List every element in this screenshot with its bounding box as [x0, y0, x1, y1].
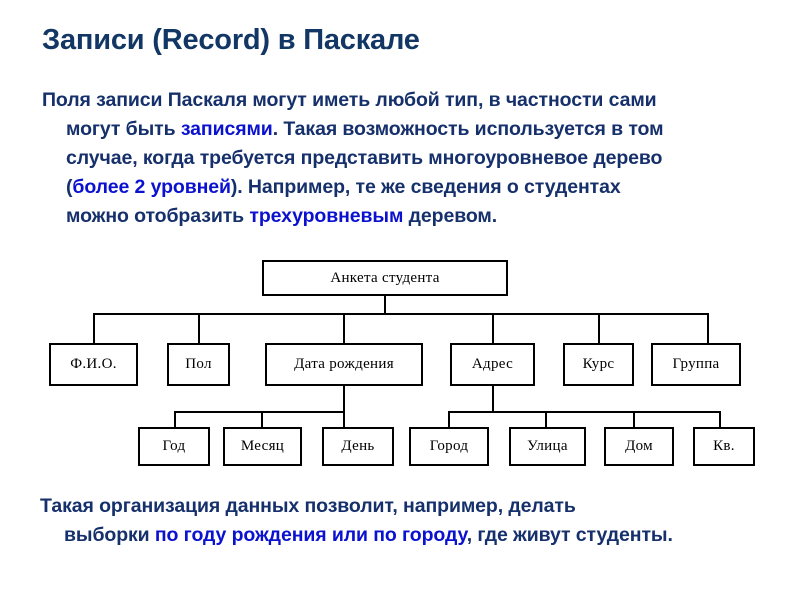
connector-drop-day	[343, 411, 345, 427]
intro-highlight-zapisyami: записями	[180, 118, 273, 140]
node-date-of-birth[interactable]: Дата рождения	[265, 343, 423, 386]
intro-line4-text-b: ). Например, те же сведения о студентах	[230, 176, 621, 198]
closing-paragraph: Такая организация данных позволит, напри…	[40, 492, 770, 550]
connector-address-down	[492, 386, 494, 411]
node-course[interactable]: Курс	[563, 343, 634, 386]
page-title: Записи (Record) в Паскале	[42, 24, 420, 56]
connector-level2-bus	[93, 313, 707, 315]
node-street-label: Улица	[527, 438, 568, 454]
node-group[interactable]: Группа	[651, 343, 741, 386]
record-tree-diagram: Анкета студента Ф.И.О. Пол Дата рождения…	[0, 250, 800, 480]
node-year[interactable]: Год	[138, 427, 210, 466]
node-flat-label: Кв.	[713, 438, 735, 454]
node-course-label: Курс	[582, 356, 615, 372]
node-address-label: Адрес	[471, 356, 514, 372]
intro-line4: (более 2 уровней). Например, те же сведе…	[40, 173, 770, 202]
intro-line2-text-b: . Такая возможность используется в том	[272, 118, 664, 140]
intro-paragraph: Поля записи Паскаля могут иметь любой ти…	[40, 86, 770, 231]
node-address[interactable]: Адрес	[450, 343, 535, 386]
closing-line2-text-b: , где живут студенты.	[466, 524, 673, 546]
closing-line2: выборки по году рождения или по городу, …	[40, 521, 770, 550]
node-house-label: Дом	[625, 438, 653, 454]
node-fio-label: Ф.И.О.	[70, 356, 117, 372]
intro-line2-text-a: могут быть	[66, 118, 181, 140]
intro-line5: можно отобразить трехуровневым деревом.	[40, 202, 770, 231]
node-pol[interactable]: Пол	[167, 343, 230, 386]
node-city[interactable]: Город	[409, 427, 489, 466]
intro-line5-text-b: деревом.	[403, 205, 498, 227]
node-house[interactable]: Дом	[604, 427, 674, 466]
connector-drop-year	[174, 411, 176, 427]
connector-drop-house	[633, 411, 635, 427]
node-pol-label: Пол	[185, 356, 212, 372]
closing-line2-text-a: выборки	[64, 524, 155, 546]
connector-drop-month	[261, 411, 263, 427]
intro-highlight-levels: более 2 уровней	[72, 176, 231, 198]
connector-date-down	[343, 386, 345, 411]
node-month-label: Месяц	[240, 438, 285, 454]
closing-highlight-query: по году рождения или по городу	[154, 524, 467, 546]
connector-drop-flat	[719, 411, 721, 427]
slide: Записи (Record) в Паскале Поля записи Па…	[0, 0, 800, 600]
connector-drop-address	[492, 313, 494, 343]
node-street[interactable]: Улица	[509, 427, 586, 466]
node-date-of-birth-label: Дата рождения	[294, 356, 394, 372]
intro-line1-text: Поля записи Паскаля могут иметь любой ти…	[42, 89, 657, 111]
node-root-label: Анкета студента	[330, 269, 440, 286]
node-month[interactable]: Месяц	[223, 427, 302, 466]
intro-line3: случае, когда требуется представить мног…	[40, 144, 770, 173]
node-year-label: Год	[162, 438, 186, 454]
node-flat[interactable]: Кв.	[693, 427, 755, 466]
connector-drop-course	[598, 313, 600, 343]
connector-drop-fio	[93, 313, 95, 343]
intro-line5-text-a: можно отобразить	[66, 205, 250, 227]
connector-date-bus	[174, 411, 345, 413]
intro-line3-text: случае, когда требуется представить мног…	[66, 147, 663, 169]
connector-drop-city	[448, 411, 450, 427]
node-root[interactable]: Анкета студента	[262, 260, 508, 296]
connector-root-down	[384, 295, 386, 313]
node-fio[interactable]: Ф.И.О.	[49, 343, 138, 386]
connector-drop-street	[545, 411, 547, 427]
connector-drop-date	[343, 313, 345, 343]
intro-highlight-threelevel: трехуровневым	[249, 205, 404, 227]
connector-address-bus	[448, 411, 721, 413]
node-group-label: Группа	[672, 356, 720, 372]
node-day[interactable]: День	[322, 427, 394, 466]
closing-line1-text: Такая организация данных позволит, напри…	[40, 495, 576, 517]
intro-line2: могут быть записями. Такая возможность и…	[40, 115, 770, 144]
node-city-label: Город	[429, 438, 469, 454]
connector-drop-pol	[198, 313, 200, 343]
connector-drop-group	[707, 313, 709, 343]
node-day-label: День	[341, 438, 375, 454]
